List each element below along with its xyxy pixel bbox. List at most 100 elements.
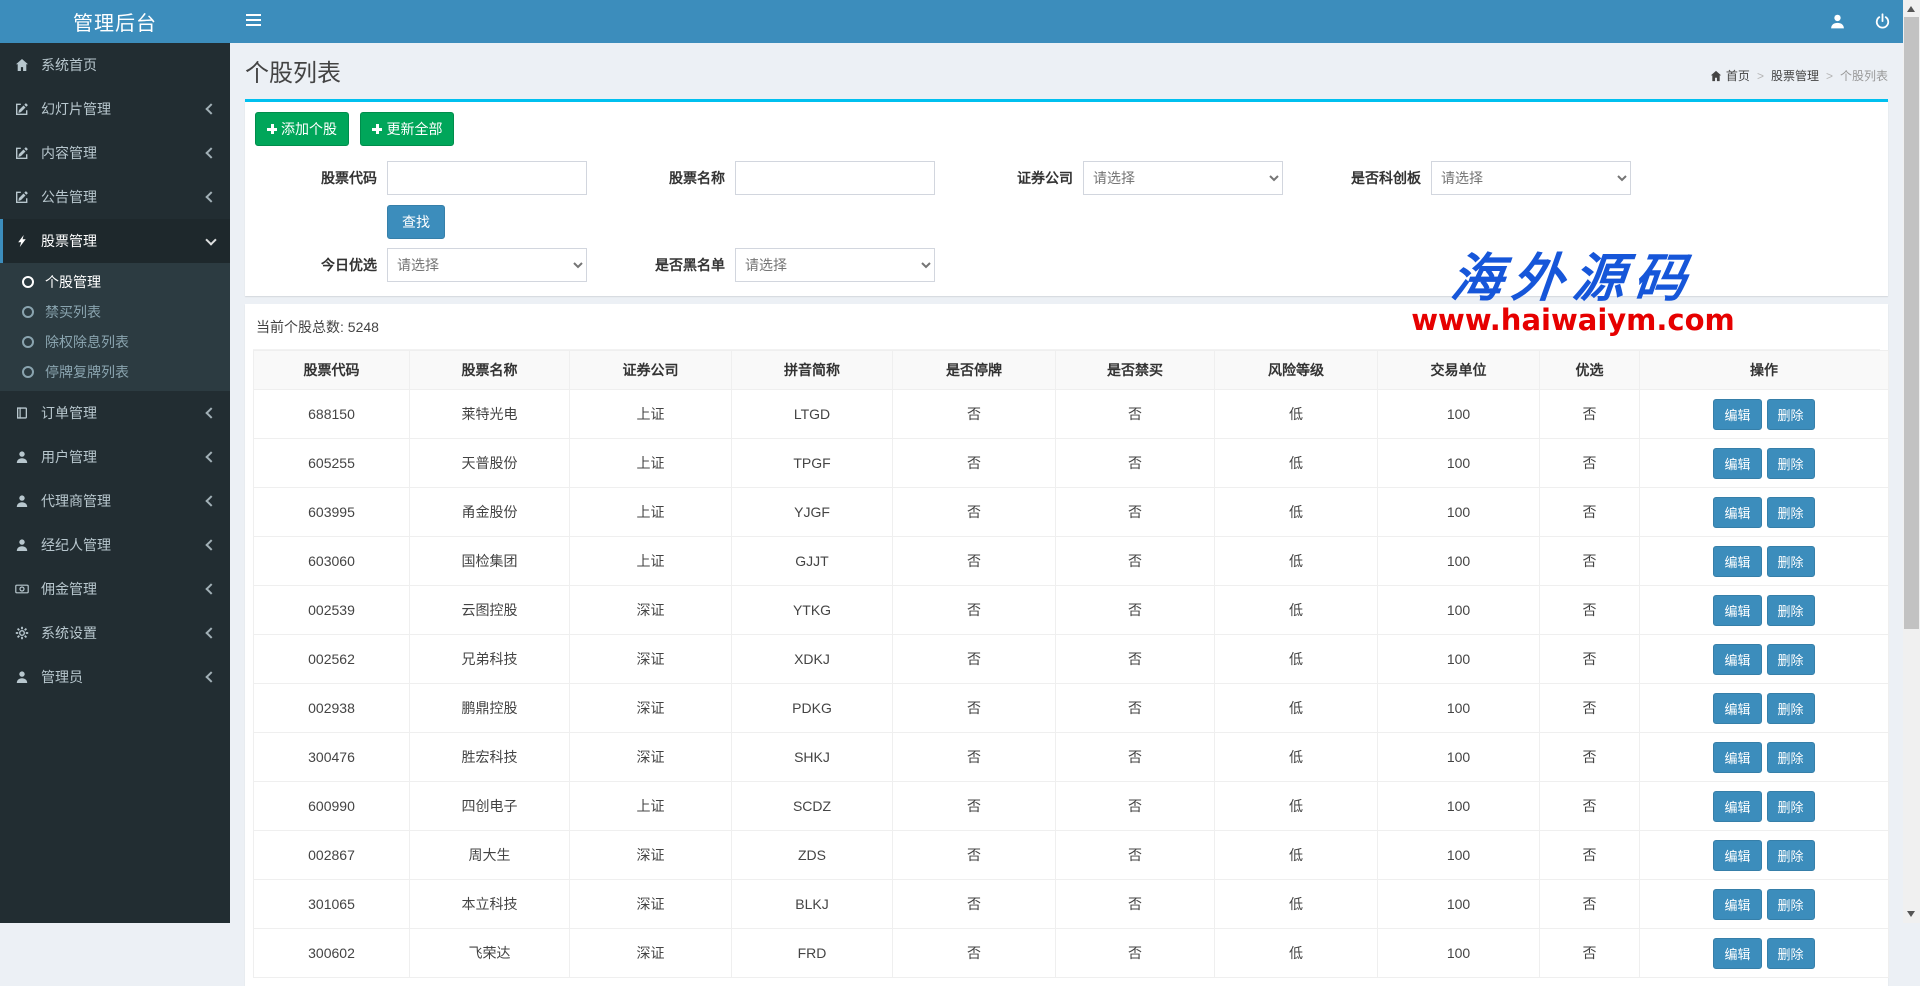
table-row: 002938鹏鼎控股深证PDKG否否低100否编辑删除 xyxy=(254,684,1889,733)
cell-actions: 编辑删除 xyxy=(1640,390,1889,439)
cell-preferred: 否 xyxy=(1540,439,1640,488)
sidebar-item-commission[interactable]: 佣金管理 xyxy=(0,567,230,611)
column-header: 风险等级 xyxy=(1215,351,1378,390)
sidebar-item-slides[interactable]: 幻灯片管理 xyxy=(0,87,230,131)
edit-button[interactable]: 编辑 xyxy=(1713,595,1761,626)
sidebar-item-home[interactable]: 系统首页 xyxy=(0,43,230,87)
sidebar-toggle-icon[interactable] xyxy=(246,14,261,29)
cell-suspended: 否 xyxy=(893,390,1056,439)
column-header: 优选 xyxy=(1540,351,1640,390)
sidebar-subitem-suspend-list[interactable]: 停牌复牌列表 xyxy=(0,357,230,387)
sidebar-item-agents[interactable]: 代理商管理 xyxy=(0,479,230,523)
plus-icon xyxy=(372,124,382,134)
home-icon xyxy=(1710,70,1722,82)
edit-button[interactable]: 编辑 xyxy=(1713,644,1761,675)
cell-suspended: 否 xyxy=(893,733,1056,782)
sidebar-item-notices[interactable]: 公告管理 xyxy=(0,175,230,219)
broker-company-select[interactable]: 请选择 xyxy=(1083,161,1283,195)
column-header: 操作 xyxy=(1640,351,1889,390)
sidebar-item-settings[interactable]: 系统设置 xyxy=(0,611,230,655)
table-row: 688150莱特光电上证LTGD否否低100否编辑删除 xyxy=(254,390,1889,439)
cell-risk-level: 低 xyxy=(1215,684,1378,733)
edit-button[interactable]: 编辑 xyxy=(1713,399,1761,430)
cell-risk-level: 低 xyxy=(1215,586,1378,635)
cell-actions: 编辑删除 xyxy=(1640,488,1889,537)
blacklist-select[interactable]: 请选择 xyxy=(735,248,935,282)
edit-button[interactable]: 编辑 xyxy=(1713,791,1761,822)
today-picks-select[interactable]: 请选择 xyxy=(387,248,587,282)
edit-button[interactable]: 编辑 xyxy=(1713,840,1761,871)
delete-button[interactable]: 删除 xyxy=(1767,644,1815,675)
cell-trade-unit: 100 xyxy=(1378,684,1540,733)
edit-button[interactable]: 编辑 xyxy=(1713,448,1761,479)
edit-button[interactable]: 编辑 xyxy=(1713,497,1761,528)
edit-button[interactable]: 编辑 xyxy=(1713,889,1761,920)
cell-pinyin: GJJT xyxy=(732,537,893,586)
delete-button[interactable]: 删除 xyxy=(1767,399,1815,430)
scrollbar-thumb[interactable] xyxy=(1904,17,1919,629)
cell-stock-code: 301065 xyxy=(254,880,410,929)
column-header: 证券公司 xyxy=(570,351,732,390)
delete-button[interactable]: 删除 xyxy=(1767,889,1815,920)
delete-button[interactable]: 删除 xyxy=(1767,693,1815,724)
column-header: 是否停牌 xyxy=(893,351,1056,390)
cell-exchange: 深证 xyxy=(570,586,732,635)
circle-icon xyxy=(22,276,34,288)
cell-suspended: 否 xyxy=(893,782,1056,831)
breadcrumb-home[interactable]: 首页 xyxy=(1710,67,1750,84)
sidebar-subitem-stock-manage[interactable]: 个股管理 xyxy=(0,267,230,297)
cell-ban-buy: 否 xyxy=(1056,733,1215,782)
edit-button[interactable]: 编辑 xyxy=(1713,693,1761,724)
breadcrumb: 首页 > 股票管理 > 个股列表 xyxy=(1710,67,1888,84)
update-all-button[interactable]: 更新全部 xyxy=(360,112,454,146)
delete-button[interactable]: 删除 xyxy=(1767,840,1815,871)
sidebar-subitem-label: 禁买列表 xyxy=(45,302,101,322)
breadcrumb-section[interactable]: 股票管理 xyxy=(1771,67,1819,84)
vertical-scrollbar[interactable] xyxy=(1903,0,1920,923)
sidebar-item-content[interactable]: 内容管理 xyxy=(0,131,230,175)
broker-company-label: 证券公司 xyxy=(951,168,1083,188)
plus-icon xyxy=(267,124,277,134)
delete-button[interactable]: 删除 xyxy=(1767,938,1815,969)
cell-pinyin: YTKG xyxy=(732,586,893,635)
cell-trade-unit: 100 xyxy=(1378,390,1540,439)
sidebar-item-orders[interactable]: 订单管理 xyxy=(0,391,230,435)
stock-code-label: 股票代码 xyxy=(255,168,387,188)
sidebar-item-admin[interactable]: 管理员 xyxy=(0,655,230,699)
cell-ban-buy: 否 xyxy=(1056,831,1215,880)
scroll-up-arrow-icon[interactable] xyxy=(1907,6,1915,12)
sidebar-subitem-ban-list[interactable]: 禁买列表 xyxy=(0,297,230,327)
table-row: 002539云图控股深证YTKG否否低100否编辑删除 xyxy=(254,586,1889,635)
scroll-down-arrow-icon[interactable] xyxy=(1907,911,1915,917)
delete-button[interactable]: 删除 xyxy=(1767,546,1815,577)
add-stock-button[interactable]: 添加个股 xyxy=(255,112,349,146)
cell-stock-code: 002938 xyxy=(254,684,410,733)
sidebar-subitem-label: 除权除息列表 xyxy=(45,332,129,352)
delete-button[interactable]: 删除 xyxy=(1767,497,1815,528)
cell-suspended: 否 xyxy=(893,929,1056,978)
stock-code-input[interactable] xyxy=(387,161,587,195)
edit-button[interactable]: 编辑 xyxy=(1713,938,1761,969)
edit-button[interactable]: 编辑 xyxy=(1713,546,1761,577)
delete-button[interactable]: 删除 xyxy=(1767,791,1815,822)
table-row: 300476胜宏科技深证SHKJ否否低100否编辑删除 xyxy=(254,733,1889,782)
power-icon[interactable] xyxy=(1874,13,1891,30)
sidebar-subitem-exright-list[interactable]: 除权除息列表 xyxy=(0,327,230,357)
app-logo[interactable]: 管理后台 xyxy=(0,0,230,43)
search-button[interactable]: 查找 xyxy=(387,205,445,239)
sidebar-item-users[interactable]: 用户管理 xyxy=(0,435,230,479)
edit-button[interactable]: 编辑 xyxy=(1713,742,1761,773)
sidebar-item-brokers[interactable]: 经纪人管理 xyxy=(0,523,230,567)
cell-stock-name: 本立科技 xyxy=(410,880,570,929)
stock-name-input[interactable] xyxy=(735,161,935,195)
cell-exchange: 深证 xyxy=(570,929,732,978)
delete-button[interactable]: 删除 xyxy=(1767,595,1815,626)
delete-button[interactable]: 删除 xyxy=(1767,742,1815,773)
cell-stock-code: 300476 xyxy=(254,733,410,782)
sidebar-item-label: 经纪人管理 xyxy=(41,535,111,555)
cell-risk-level: 低 xyxy=(1215,439,1378,488)
sidebar-item-stocks[interactable]: 股票管理 xyxy=(0,219,230,263)
star-board-select[interactable]: 请选择 xyxy=(1431,161,1631,195)
user-icon[interactable] xyxy=(1829,13,1846,30)
delete-button[interactable]: 删除 xyxy=(1767,448,1815,479)
